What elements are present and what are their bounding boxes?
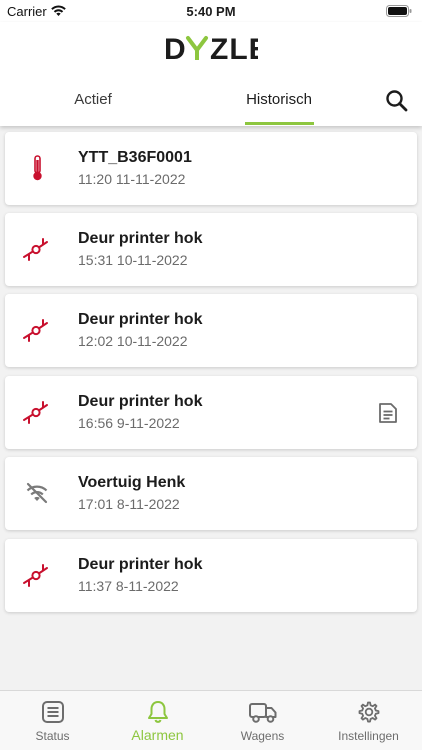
alarm-card[interactable]: Deur printer hok 15:31 10-11-2022 bbox=[5, 213, 417, 286]
tab-bar-status-label: Status bbox=[35, 729, 70, 743]
alarm-title: Deur printer hok bbox=[78, 311, 203, 328]
battery-icon bbox=[386, 5, 412, 20]
gear-icon bbox=[356, 699, 382, 725]
alarm-time: 15:31 10-11-2022 bbox=[78, 252, 188, 268]
alarm-card[interactable]: Deur printer hok 16:56 9-11-2022 bbox=[5, 376, 417, 449]
app-header: D ZLE Actief Historisch bbox=[0, 22, 422, 126]
tab-bar-instellingen[interactable]: Instellingen bbox=[316, 691, 421, 750]
alarm-title: Deur printer hok bbox=[78, 230, 203, 247]
tab-actief-label: Actief bbox=[74, 91, 112, 108]
alarm-card[interactable]: Deur printer hok 12:02 10-11-2022 bbox=[5, 294, 417, 367]
svg-text:ZLE: ZLE bbox=[210, 33, 258, 64]
door-sensor-icon bbox=[21, 314, 53, 346]
alarm-time: 17:01 8-11-2022 bbox=[78, 496, 180, 512]
truck-icon bbox=[248, 699, 278, 725]
list-icon bbox=[40, 699, 66, 725]
alarm-title: Voertuig Henk bbox=[78, 474, 186, 491]
alarm-title: Deur printer hok bbox=[78, 556, 203, 573]
alarm-card[interactable]: YTT_B36F0001 11:20 11-11-2022 bbox=[5, 132, 417, 205]
alarm-title: Deur printer hok bbox=[78, 393, 203, 410]
note-icon[interactable] bbox=[377, 402, 399, 424]
wifi-off-icon bbox=[21, 477, 53, 509]
tab-bar-alarmen[interactable]: Alarmen bbox=[105, 691, 210, 750]
tab-actief[interactable]: Actief bbox=[40, 82, 146, 126]
tab-historisch[interactable]: Historisch bbox=[226, 82, 332, 126]
tab-historisch-label: Historisch bbox=[246, 91, 312, 108]
search-icon[interactable] bbox=[384, 88, 410, 114]
door-sensor-icon bbox=[21, 396, 53, 428]
status-time: 5:40 PM bbox=[186, 4, 236, 19]
alarm-tabs: Actief Historisch bbox=[0, 82, 422, 126]
alarm-time: 11:37 8-11-2022 bbox=[78, 578, 179, 594]
svg-text:D: D bbox=[164, 33, 187, 64]
door-sensor-icon bbox=[21, 233, 53, 265]
tab-bar-alarmen-label: Alarmen bbox=[131, 727, 184, 743]
thermometer-icon bbox=[21, 152, 53, 184]
bell-icon bbox=[145, 699, 171, 725]
dyzle-logo: D ZLE bbox=[164, 32, 269, 69]
alarm-card[interactable]: Deur printer hok 11:37 8-11-2022 bbox=[5, 539, 417, 612]
tab-bar-status[interactable]: Status bbox=[0, 691, 105, 750]
alarm-card[interactable]: Voertuig Henk 17:01 8-11-2022 bbox=[5, 457, 417, 530]
alarm-time: 16:56 9-11-2022 bbox=[78, 415, 180, 431]
alarm-title: YTT_B36F0001 bbox=[78, 149, 192, 166]
alarm-time: 11:20 11-11-2022 bbox=[78, 171, 186, 187]
active-tab-indicator bbox=[245, 122, 314, 125]
bottom-tab-bar: Status Alarmen Wagens Instellingen bbox=[0, 690, 422, 750]
alarm-time: 12:02 10-11-2022 bbox=[78, 333, 188, 349]
tab-bar-wagens-label: Wagens bbox=[240, 729, 285, 743]
door-sensor-icon bbox=[21, 559, 53, 591]
tab-bar-instellingen-label: Instellingen bbox=[338, 729, 399, 743]
tab-bar-wagens[interactable]: Wagens bbox=[210, 691, 315, 750]
status-bar: Carrier 5:40 PM bbox=[0, 0, 422, 22]
